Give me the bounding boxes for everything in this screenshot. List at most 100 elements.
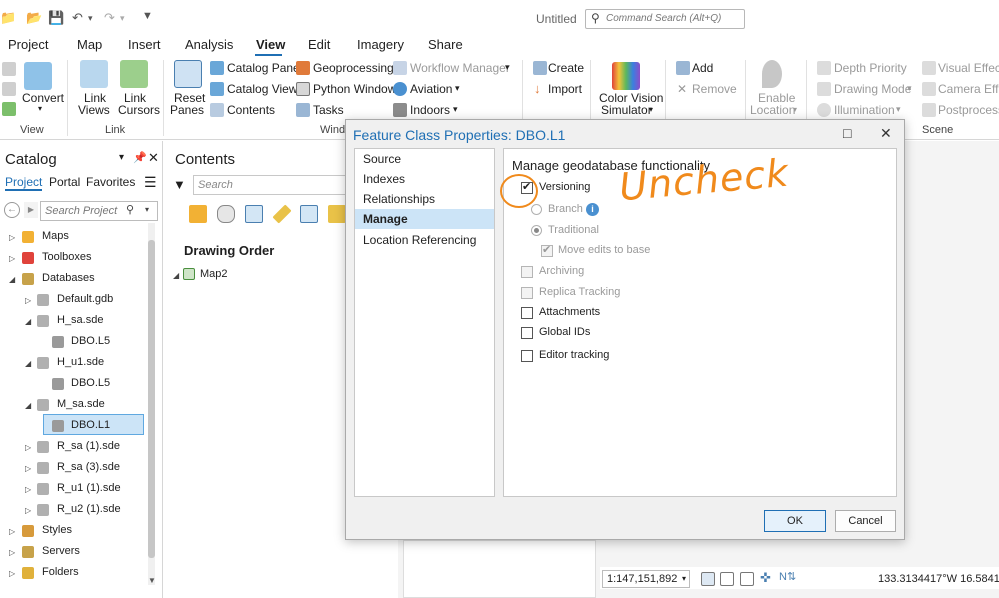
open-icon[interactable]: 📁 — [0, 10, 16, 26]
redo-dropdown-icon[interactable]: ▾ — [120, 13, 125, 24]
depth-priority-button[interactable]: Depth Priority — [834, 61, 907, 75]
tasks-button[interactable]: Tasks — [313, 103, 344, 117]
list-by-source-icon[interactable] — [217, 205, 235, 223]
list-by-drawing-order-icon[interactable] — [189, 205, 207, 223]
filter-icon[interactable]: ▼ — [173, 177, 186, 192]
customize-toolbar-icon[interactable]: ▼ — [142, 10, 153, 22]
nav-source[interactable]: Source — [355, 149, 494, 169]
tab-edit[interactable]: Edit — [308, 37, 330, 52]
geoprocessing-button[interactable]: Geoprocessing — [313, 61, 394, 75]
scroll-down-icon[interactable]: ▼ — [148, 576, 156, 585]
tab-share[interactable]: Share — [428, 37, 463, 52]
view-icon[interactable] — [2, 62, 16, 76]
collapse-icon[interactable]: ◢ — [25, 359, 31, 368]
collapse-icon[interactable]: ◢ — [9, 275, 15, 284]
catalog-tree-item[interactable]: M_sa.sde — [57, 398, 105, 410]
scale-selector[interactable]: 1:147,151,892 ▾ — [602, 570, 690, 588]
catalog-tree-item[interactable]: DBO.L1 — [71, 419, 110, 431]
ok-button[interactable]: OK — [764, 510, 826, 532]
expand-icon[interactable]: ▷ — [9, 548, 15, 557]
replica-tracking-checkbox[interactable] — [521, 287, 533, 299]
expand-icon[interactable]: ▷ — [25, 464, 31, 473]
crosshair-icon[interactable]: ✜ — [760, 570, 771, 586]
python-window-button[interactable]: Python Window — [313, 82, 396, 96]
catalog-tree-item[interactable]: R_u1 (1).sde — [57, 482, 121, 494]
grid-icon[interactable] — [701, 572, 715, 586]
postprocessing-button[interactable]: Postprocessin — [938, 103, 999, 117]
list-by-selection-icon[interactable] — [245, 205, 263, 223]
expand-icon[interactable]: ▷ — [9, 569, 15, 578]
snapping-icon[interactable] — [740, 572, 754, 586]
catalog-tree-item[interactable]: R_u2 (1).sde — [57, 503, 121, 515]
color-vision-button-line2[interactable]: Simulator — [601, 103, 652, 117]
catalog-tree-item[interactable]: H_u1.sde — [57, 356, 104, 368]
scale-dropdown-icon[interactable]: ▾ — [682, 574, 686, 583]
nav-location-referencing[interactable]: Location Referencing — [355, 230, 494, 250]
illumination-button[interactable]: Illumination — [834, 103, 895, 117]
indoors-dropdown-icon[interactable]: ▾ — [453, 104, 458, 115]
scrollbar-thumb[interactable] — [148, 240, 155, 558]
view2-icon[interactable] — [2, 82, 16, 96]
workflow-manager-button[interactable]: Workflow Manager — [410, 61, 510, 75]
editor-tracking-checkbox[interactable] — [521, 350, 533, 362]
close-icon[interactable]: ✕ — [880, 125, 892, 142]
contents-button[interactable]: Contents — [227, 103, 275, 117]
nav-manage[interactable]: Manage — [355, 209, 494, 229]
tab-insert[interactable]: Insert — [128, 37, 161, 52]
tab-imagery[interactable]: Imagery — [357, 37, 404, 52]
pane-options-icon[interactable]: ▾ — [119, 152, 124, 163]
maximize-icon[interactable]: □ — [843, 125, 851, 141]
convert-dropdown-icon[interactable]: ▾ — [38, 104, 42, 113]
catalog-tree-item[interactable]: Default.gdb — [57, 293, 113, 305]
link-views-button-line2[interactable]: Views — [78, 103, 110, 117]
expand-icon[interactable]: ▷ — [9, 527, 15, 536]
catalog-tree-item[interactable]: Styles — [42, 524, 72, 536]
convert-button[interactable]: Convert — [22, 91, 64, 105]
map-item[interactable]: Map2 — [200, 268, 228, 280]
catalog-view-button[interactable]: Catalog View — [227, 82, 298, 96]
catalog-tree-item[interactable]: Maps — [42, 230, 69, 242]
aviation-button[interactable]: Aviation — [410, 82, 452, 96]
tab-view[interactable]: View — [256, 37, 285, 52]
catalog-tab-project[interactable]: Project — [5, 175, 43, 191]
expand-icon[interactable]: ▷ — [9, 254, 15, 263]
close-icon[interactable]: ✕ — [148, 150, 159, 166]
catalog-pane-button[interactable]: Catalog Pane — [227, 61, 300, 75]
archiving-checkbox[interactable] — [521, 266, 533, 278]
link-cursors-button-line2[interactable]: Cursors — [118, 103, 160, 117]
visual-effect-button[interactable]: Visual Effect — [938, 61, 999, 75]
expand-icon[interactable]: ▷ — [9, 233, 15, 242]
branch-radio[interactable] — [531, 204, 542, 215]
drawing-mode-dropdown-icon[interactable]: ▾ — [907, 83, 912, 94]
color-vision-dropdown-icon[interactable]: ▾ — [649, 105, 653, 114]
catalog-tree-item[interactable]: R_sa (3).sde — [57, 461, 120, 473]
tab-project[interactable]: Project — [8, 37, 48, 52]
workflow-dropdown-icon[interactable]: ▾ — [505, 62, 510, 73]
save-icon[interactable]: 💾 — [48, 10, 64, 26]
catalog-tree-item[interactable]: H_sa.sde — [57, 314, 103, 326]
enable-location-button-line2[interactable]: Location — [750, 103, 795, 117]
info-icon[interactable]: i — [586, 203, 599, 216]
catalog-tree-item[interactable]: DBO.L5 — [71, 377, 110, 389]
global-ids-checkbox[interactable] — [521, 327, 533, 339]
cancel-button[interactable]: Cancel — [835, 510, 896, 532]
undo-dropdown-icon[interactable]: ▾ — [88, 13, 93, 24]
collapse-icon[interactable]: ◢ — [25, 317, 31, 326]
catalog-tab-portal[interactable]: Portal — [49, 175, 80, 189]
import-button[interactable]: Import — [548, 82, 582, 96]
add-button[interactable]: Add — [692, 61, 713, 75]
search-dropdown-icon[interactable]: ▾ — [145, 205, 149, 214]
traditional-radio[interactable] — [531, 225, 542, 236]
aviation-dropdown-icon[interactable]: ▾ — [455, 83, 460, 94]
catalog-tree-item[interactable]: Servers — [42, 545, 80, 557]
expand-icon[interactable]: ▷ — [25, 296, 31, 305]
folder-icon[interactable]: 📂 — [26, 10, 42, 26]
list-by-snapping-icon[interactable] — [300, 205, 318, 223]
expand-icon[interactable]: ▷ — [25, 485, 31, 494]
forward-icon[interactable]: ▶ — [24, 202, 38, 218]
expand-icon[interactable]: ▷ — [25, 443, 31, 452]
list-by-labeling-icon[interactable] — [328, 205, 346, 223]
north-arrow-icon[interactable]: N⇅ — [779, 570, 796, 583]
nav-indexes[interactable]: Indexes — [355, 169, 494, 189]
collapse-icon[interactable]: ◢ — [25, 401, 31, 410]
